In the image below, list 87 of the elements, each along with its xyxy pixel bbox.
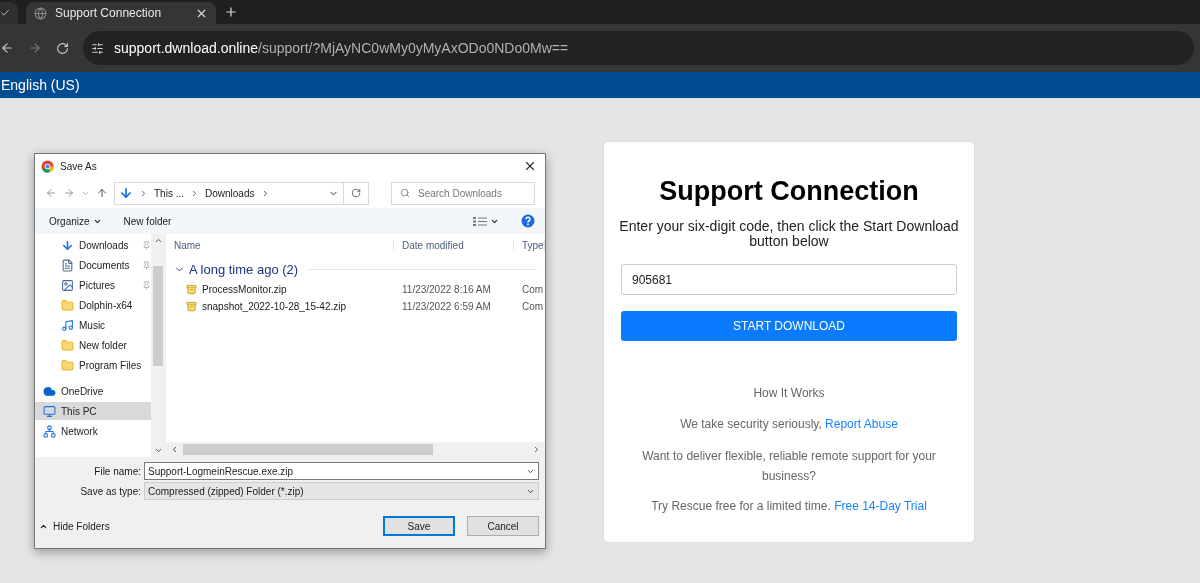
nav-item[interactable]: Music xyxy=(35,316,151,334)
start-download-button[interactable]: START DOWNLOAD xyxy=(621,311,957,341)
free-trial-link[interactable]: Free 14-Day Trial xyxy=(834,499,927,513)
nav-item[interactable]: New folder xyxy=(35,336,151,354)
image-icon xyxy=(61,278,74,292)
scroll-down-icon[interactable] xyxy=(153,446,163,455)
file-name-field[interactable]: Support-LogmeinRescue.exe.zip xyxy=(144,462,539,480)
how-it-works-text: How It Works xyxy=(752,385,826,402)
scroll-right-icon[interactable] xyxy=(532,445,541,454)
file-name[interactable]: ProcessMonitor.zip xyxy=(202,284,287,295)
browser-logo-icon xyxy=(41,159,54,173)
column-header[interactable]: Name xyxy=(166,239,394,251)
pin-icon[interactable] xyxy=(142,280,151,290)
download-icon xyxy=(61,238,74,252)
cancel-button[interactable]: Cancel xyxy=(467,516,539,536)
chevron-icon xyxy=(190,188,199,198)
site-settings-icon[interactable] xyxy=(91,41,104,55)
pin-icon[interactable] xyxy=(142,240,151,250)
globe-icon xyxy=(34,6,47,20)
forward-icon[interactable] xyxy=(63,187,75,199)
back-icon[interactable] xyxy=(0,41,14,55)
nav-item[interactable]: Dolphin-x64 xyxy=(35,296,151,314)
address-bar[interactable]: support.dwnload.online/support/?MjAyNC0wMy0yMyAxODo0NDo0Mw== xyxy=(83,31,1194,65)
location-bar[interactable]: This ... Downloads xyxy=(114,181,344,205)
up-icon[interactable] xyxy=(96,187,108,199)
reload-icon[interactable] xyxy=(56,41,69,55)
column-header[interactable]: Date modified xyxy=(394,239,514,251)
nav-item[interactable]: OneDrive xyxy=(35,382,151,400)
view-options-button[interactable] xyxy=(473,216,499,226)
chevron-icon xyxy=(139,188,148,198)
language-selector[interactable]: English (US) xyxy=(0,77,80,93)
download-icon xyxy=(119,186,133,200)
type-cell-text: Com xyxy=(521,301,545,312)
security-text: We take security seriously, Report Abuse xyxy=(679,416,899,433)
scroll-up-icon[interactable] xyxy=(153,236,163,245)
organize-menu[interactable]: Organize xyxy=(49,215,102,227)
refresh-button[interactable] xyxy=(343,181,369,205)
code-input-field[interactable]: 905681 xyxy=(621,264,957,295)
monitor-icon xyxy=(43,404,56,418)
breadcrumb-item[interactable]: Downloads xyxy=(205,187,255,199)
nav-item[interactable]: Documents xyxy=(35,256,151,274)
new-folder-button[interactable]: New folder xyxy=(123,215,172,227)
field-label: File name: xyxy=(93,465,141,477)
page-title: Support Connection xyxy=(659,176,919,207)
nav-item[interactable]: Program Files xyxy=(35,356,151,374)
date-cell-text: 11/23/2022 6:59 AM xyxy=(401,301,492,312)
refresh-icon xyxy=(351,188,361,198)
zip-folder-icon xyxy=(186,284,197,295)
file-name[interactable]: snapshot_2022-10-28_15-42.zip xyxy=(202,301,346,312)
nav-item[interactable]: Downloads xyxy=(35,236,151,254)
document-icon xyxy=(61,258,74,272)
breadcrumb-item[interactable]: This ... xyxy=(154,187,184,199)
folder-icon xyxy=(61,338,74,352)
search-icon xyxy=(400,188,410,198)
file-type-dropdown[interactable]: Compressed (zipped) Folder (*.zip) xyxy=(144,482,539,500)
new-tab-icon[interactable] xyxy=(224,5,238,19)
nav-item[interactable]: Network xyxy=(35,422,151,440)
network-icon xyxy=(43,424,56,438)
pin-icon[interactable] xyxy=(142,260,151,270)
date-cell-text: 11/23/2022 8:16 AM xyxy=(401,284,492,295)
vertical-scrollbar[interactable] xyxy=(151,234,165,457)
trial-text: Try Rescue free for a limited time. Free 14-Day Trial xyxy=(650,498,928,515)
help-icon[interactable] xyxy=(521,214,535,228)
column-header[interactable]: Type xyxy=(514,239,545,251)
nav-item[interactable]: This PC xyxy=(35,402,151,420)
music-note-icon xyxy=(61,318,74,332)
dialog-title: Save As xyxy=(60,160,98,172)
search-field[interactable]: Search Downloads xyxy=(391,181,535,205)
horizontal-scrollbar[interactable] xyxy=(166,442,545,457)
nav-item[interactable]: Pictures xyxy=(35,276,151,294)
zip-folder-icon xyxy=(186,301,197,312)
cloud-icon xyxy=(43,384,56,398)
type-cell-text: Com xyxy=(521,284,545,295)
check-icon xyxy=(0,8,10,18)
browser-tab[interactable]: Support Connection xyxy=(26,2,216,24)
scroll-left-icon[interactable] xyxy=(170,445,179,454)
group-heading: A long time ago (2) xyxy=(189,262,299,277)
instructions-text: Enter your six-digit code, then click the Start Download button below xyxy=(619,219,959,249)
field-label: Save as type: xyxy=(79,485,141,497)
folder-icon xyxy=(61,358,74,372)
save-button[interactable]: Save xyxy=(383,516,455,536)
close-icon[interactable] xyxy=(523,159,537,173)
forward-icon[interactable] xyxy=(28,41,42,55)
folder-icon xyxy=(61,298,74,312)
pitch-text: Want to deliver flexible, reliable remote support for your business? xyxy=(641,448,937,485)
report-abuse-link[interactable]: Report Abuse xyxy=(825,417,898,431)
hide-folders-toggle[interactable]: Hide Folders xyxy=(39,520,371,532)
